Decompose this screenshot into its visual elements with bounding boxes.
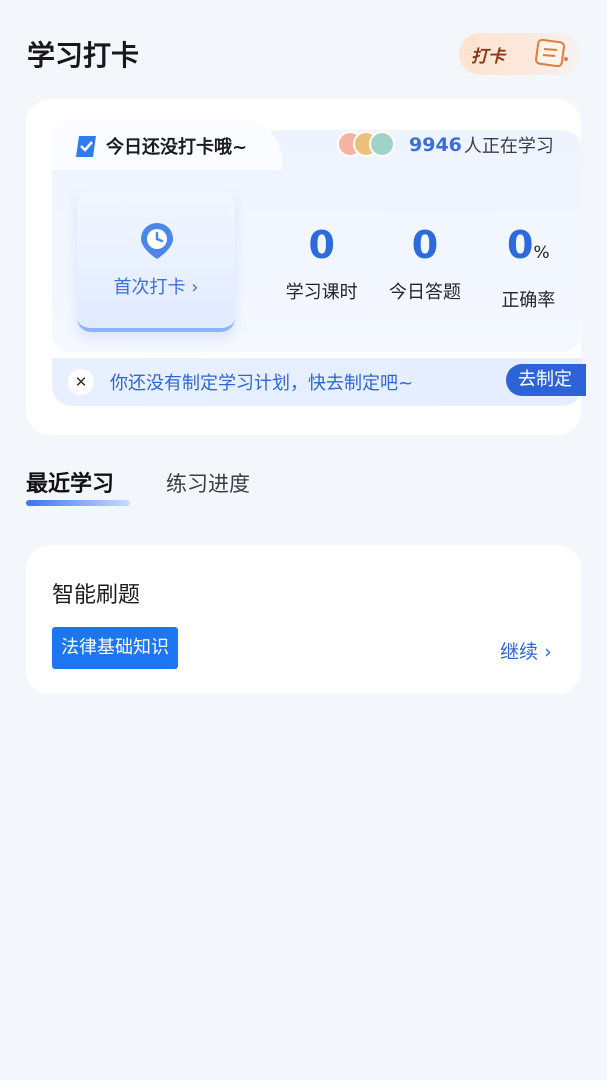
subject-tag: 法律基础知识 [52,627,178,669]
stat-label: 正确率 [501,290,556,311]
chevron-right-icon: › [191,277,199,298]
calendar-doc-icon [534,38,568,68]
avatar [369,131,395,157]
stat-study-hours: 0 学习课时 [270,222,373,312]
stat-value: 0 [373,222,476,268]
stat-today-answers: 0 今日答题 [373,222,476,312]
stat-number: 0 [507,223,534,267]
first-checkin-text: 首次打卡 [113,277,186,298]
learners-number: 9946 [409,134,462,156]
tab-practice-progress[interactable]: 练习进度 [166,468,250,498]
checkin-badge-label: 打卡 [471,46,505,67]
first-checkin-button[interactable]: 首次打卡 › [77,191,235,332]
stat-number: 0 [308,223,335,267]
recent-item-title: 智能刷题 [52,583,141,608]
checkmark-flag-icon [76,136,96,157]
stat-label: 今日答题 [388,282,461,303]
page-title: 学习打卡 [27,39,140,72]
stat-value: 0 [270,222,373,268]
stat-number: 0 [411,223,439,267]
continue-label: 继续 [500,641,539,663]
close-icon[interactable]: ✕ [68,369,94,395]
today-status-label: 今日还没打卡哦~ [106,137,248,158]
clock-pin-icon [141,223,173,259]
continue-link[interactable]: 继续 › [500,637,552,664]
section-tabs: 最近学习 练习进度 [26,466,302,498]
make-plan-button[interactable]: 去制定 [506,364,586,396]
checkin-badge-button[interactable]: 打卡 [459,33,581,75]
learners-suffix: 人正在学习 [463,136,554,157]
first-checkin-label: 首次打卡 › [77,273,235,299]
active-tab-indicator [26,500,130,506]
today-status: 今日还没打卡哦~ [74,133,247,159]
stat-unit: % [533,243,550,263]
stats-row: 0 学习课时 0 今日答题 0% 正确率 [270,222,580,312]
recent-study-card [26,545,581,694]
stat-value: 0% [477,222,580,276]
plan-reminder-text: 你还没有制定学习计划，快去制定吧~ [110,373,414,394]
stat-label: 学习课时 [285,282,358,303]
tab-recent-study[interactable]: 最近学习 [26,466,114,498]
learners-count: 9946 人正在学习 [337,131,554,159]
avatar-group [337,131,397,159]
chevron-right-icon: › [544,641,552,663]
stat-accuracy: 0% 正确率 [477,222,580,312]
